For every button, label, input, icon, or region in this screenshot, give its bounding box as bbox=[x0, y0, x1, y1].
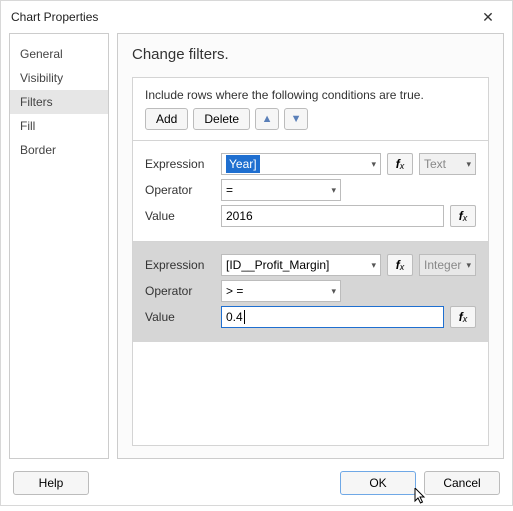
move-up-button[interactable]: ▲ bbox=[255, 108, 279, 130]
filters-instruction: Include rows where the following conditi… bbox=[133, 78, 488, 108]
cancel-button[interactable]: Cancel bbox=[424, 471, 500, 495]
operator-combo[interactable]: > = ▾ bbox=[221, 280, 341, 302]
text-caret bbox=[244, 310, 245, 324]
sidebar-item-general[interactable]: General bbox=[10, 42, 108, 66]
expression-combo[interactable]: Year] ▾ bbox=[221, 153, 381, 175]
value-label: Value bbox=[145, 209, 215, 223]
type-value: Text bbox=[424, 157, 446, 171]
dialog-body: General Visibility Filters Fill Border C… bbox=[1, 33, 512, 465]
fx-button[interactable]: fx bbox=[450, 205, 476, 227]
delete-button[interactable]: Delete bbox=[193, 108, 250, 130]
dialog-footer: Help OK Cancel bbox=[1, 465, 512, 505]
sidebar: General Visibility Filters Fill Border bbox=[9, 33, 109, 459]
filters-toolbar: Add Delete ▲ ▼ bbox=[133, 108, 488, 140]
operator-label: Operator bbox=[145, 183, 215, 197]
chevron-down-icon: ▾ bbox=[371, 159, 376, 170]
expression-label: Expression bbox=[145, 157, 215, 171]
ok-button[interactable]: OK bbox=[340, 471, 416, 495]
titlebar: Chart Properties ✕ bbox=[1, 1, 512, 33]
panel-heading: Change filters. bbox=[132, 46, 489, 63]
filter-row: Expression Year] ▾ fx Text ▾ Operator bbox=[133, 140, 488, 241]
chevron-down-icon: ▾ bbox=[331, 286, 336, 297]
type-combo[interactable]: Text ▾ bbox=[419, 153, 476, 175]
fx-button[interactable]: fx bbox=[387, 153, 413, 175]
sidebar-item-fill[interactable]: Fill bbox=[10, 114, 108, 138]
panel-filters: Change filters. Include rows where the f… bbox=[117, 33, 504, 459]
fx-button[interactable]: fx bbox=[387, 254, 413, 276]
chevron-down-icon: ▾ bbox=[466, 159, 471, 170]
chevron-down-icon: ▾ bbox=[371, 260, 376, 271]
value-text: 2016 bbox=[226, 209, 253, 223]
operator-label: Operator bbox=[145, 284, 215, 298]
chevron-down-icon: ▾ bbox=[331, 185, 336, 196]
operator-value: = bbox=[226, 183, 233, 197]
dialog-title: Chart Properties bbox=[11, 10, 472, 24]
sidebar-item-visibility[interactable]: Visibility bbox=[10, 66, 108, 90]
fx-button[interactable]: fx bbox=[450, 306, 476, 328]
chevron-down-icon: ▾ bbox=[466, 260, 471, 271]
chart-properties-dialog: Chart Properties ✕ General Visibility Fi… bbox=[0, 0, 513, 506]
filters-empty-area bbox=[133, 342, 488, 445]
expression-value: Year] bbox=[226, 155, 260, 173]
add-button[interactable]: Add bbox=[145, 108, 188, 130]
type-value: Integer bbox=[424, 258, 461, 272]
sidebar-item-filters[interactable]: Filters bbox=[10, 90, 108, 114]
type-combo[interactable]: Integer ▾ bbox=[419, 254, 476, 276]
help-button[interactable]: Help bbox=[13, 471, 89, 495]
value-input[interactable]: 0.4 bbox=[221, 306, 444, 328]
value-input[interactable]: 2016 bbox=[221, 205, 444, 227]
value-text: 0.4 bbox=[226, 310, 243, 324]
close-icon[interactable]: ✕ bbox=[472, 9, 504, 26]
arrow-up-icon: ▲ bbox=[262, 113, 273, 125]
expression-combo[interactable]: [ID__Profit_Margin] ▾ bbox=[221, 254, 381, 276]
arrow-down-icon: ▼ bbox=[291, 113, 302, 125]
filters-box: Include rows where the following conditi… bbox=[132, 77, 489, 446]
expression-value: [ID__Profit_Margin] bbox=[226, 258, 329, 272]
filter-row: Expression [ID__Profit_Margin] ▾ fx Inte… bbox=[133, 241, 488, 342]
value-label: Value bbox=[145, 310, 215, 324]
operator-value: > = bbox=[226, 284, 243, 298]
expression-label: Expression bbox=[145, 258, 215, 272]
move-down-button[interactable]: ▼ bbox=[284, 108, 308, 130]
sidebar-item-border[interactable]: Border bbox=[10, 138, 108, 162]
operator-combo[interactable]: = ▾ bbox=[221, 179, 341, 201]
